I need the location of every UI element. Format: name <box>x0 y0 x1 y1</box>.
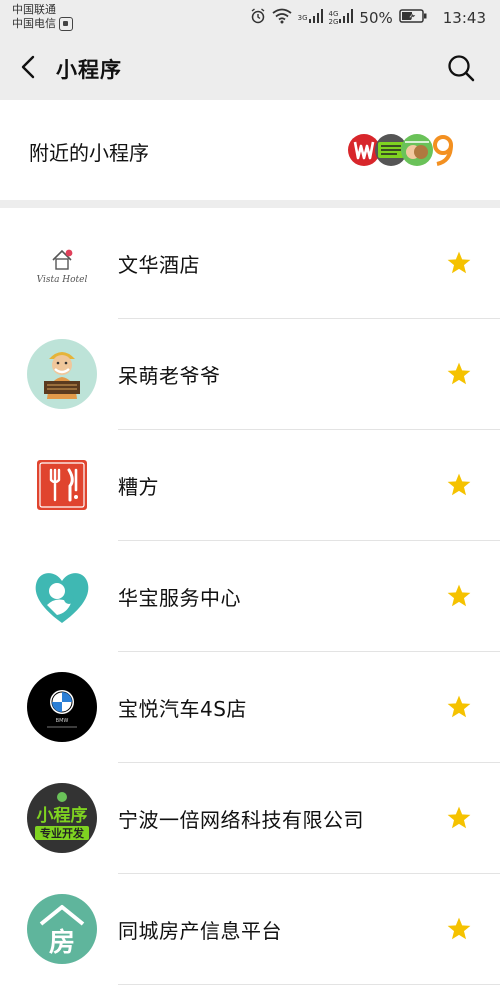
list-item[interactable]: 华宝服务中心 <box>0 541 500 652</box>
nav-bar: 小程序 <box>0 35 500 100</box>
alarm-icon <box>250 7 266 28</box>
clock-time: 13:43 <box>442 8 486 27</box>
carrier-2: 中国电信 <box>12 17 56 30</box>
shop-logo <box>401 134 433 166</box>
mini-program-dev-logo: 小程序 专业开发 <box>27 783 97 853</box>
hd-call-icon <box>59 17 73 31</box>
favorite-star-button[interactable] <box>446 694 472 720</box>
list-item[interactable]: Vista Hotel 文华酒店 <box>0 208 500 319</box>
star-icon <box>447 917 471 940</box>
app-name: 华宝服务中心 <box>118 586 241 610</box>
favorite-star-button[interactable] <box>446 472 472 498</box>
mini-program-dev-logo-title: 小程序 <box>37 805 88 826</box>
list-item[interactable]: 糟方 <box>0 430 500 541</box>
app-name: 宁波一倍网络科技有限公司 <box>118 808 364 832</box>
nearby-label: 附近的小程序 <box>29 141 149 165</box>
status-indicators: 3G 4G 2G 50% 13:43 <box>250 0 486 35</box>
status-bar: 中国联通 中国电信 3G 4G 2G 50% 13:43 <box>0 0 500 35</box>
star-icon <box>447 362 471 385</box>
network-type-2: 4G 2G <box>329 10 339 26</box>
app-name: 宝悦汽车4S店 <box>118 697 247 721</box>
list-item[interactable]: 小程序 专业开发 宁波一倍网络科技有限公司 <box>0 763 500 874</box>
list-item[interactable]: 房 同城房产信息平台 <box>0 874 500 985</box>
battery-charging-icon <box>399 8 427 27</box>
bmw-logo-text: BMW <box>56 718 69 724</box>
app-name: 文华酒店 <box>118 253 200 277</box>
carrier-info: 中国联通 中国电信 <box>12 3 73 31</box>
network-type-1: 3G <box>297 13 308 22</box>
search-button[interactable] <box>446 53 476 83</box>
battery-percent: 50% <box>359 8 393 27</box>
star-icon <box>447 473 471 496</box>
app-name: 呆萌老爷爷 <box>118 364 221 388</box>
nearby-logos <box>347 131 457 169</box>
network-type-2-top: 4G <box>328 9 339 18</box>
wifi-icon <box>272 8 292 28</box>
section-gap <box>0 200 500 208</box>
mini-program-list: Vista Hotel 文华酒店 呆萌老爷爷 糟方 华宝服务中心 BMW 宝悦汽… <box>0 208 500 985</box>
house-fang-logo-text: 房 <box>49 928 75 958</box>
favorite-star-button[interactable] <box>446 583 472 609</box>
app-name: 同城房产信息平台 <box>118 919 282 943</box>
star-icon <box>447 584 471 607</box>
favorite-star-button[interactable] <box>446 250 472 276</box>
orange-9-logo <box>433 135 453 166</box>
star-icon <box>447 251 471 274</box>
favorite-star-button[interactable] <box>446 916 472 942</box>
cartoon-grandpa-avatar <box>27 339 97 409</box>
signal-icon-1 <box>308 8 323 27</box>
mother-child-heart-logo <box>27 561 97 631</box>
mini-program-dev-logo-subtitle: 专业开发 <box>40 826 85 840</box>
vista-hotel-logo-text: Vista Hotel <box>37 275 88 285</box>
carrier-1: 中国联通 <box>12 3 56 16</box>
list-item[interactable]: BMW 宝悦汽车4S店 <box>0 652 500 763</box>
list-item[interactable]: 呆萌老爷爷 <box>0 319 500 430</box>
page-title: 小程序 <box>56 58 122 82</box>
search-icon <box>448 55 475 82</box>
app-name: 糟方 <box>118 475 159 499</box>
chevron-left-icon <box>21 55 35 79</box>
divider <box>118 984 500 985</box>
vista-hotel-logo: Vista Hotel <box>27 228 97 298</box>
nearby-mini-programs-row[interactable]: 附近的小程序 <box>0 100 500 200</box>
star-icon <box>447 695 471 718</box>
network-type-2-bottom: 2G <box>328 17 339 26</box>
fork-knife-logo <box>27 450 97 520</box>
bmw-logo: BMW <box>27 672 97 742</box>
favorite-star-button[interactable] <box>446 805 472 831</box>
mini-program-screen: 中国联通 中国电信 3G 4G 2G 50% 13:43 小程序 附近的小程序 … <box>0 0 500 1000</box>
star-icon <box>447 806 471 829</box>
back-button[interactable] <box>14 52 44 82</box>
house-fang-logo: 房 <box>27 894 97 964</box>
signal-icon-2 <box>339 8 354 27</box>
favorite-star-button[interactable] <box>446 361 472 387</box>
